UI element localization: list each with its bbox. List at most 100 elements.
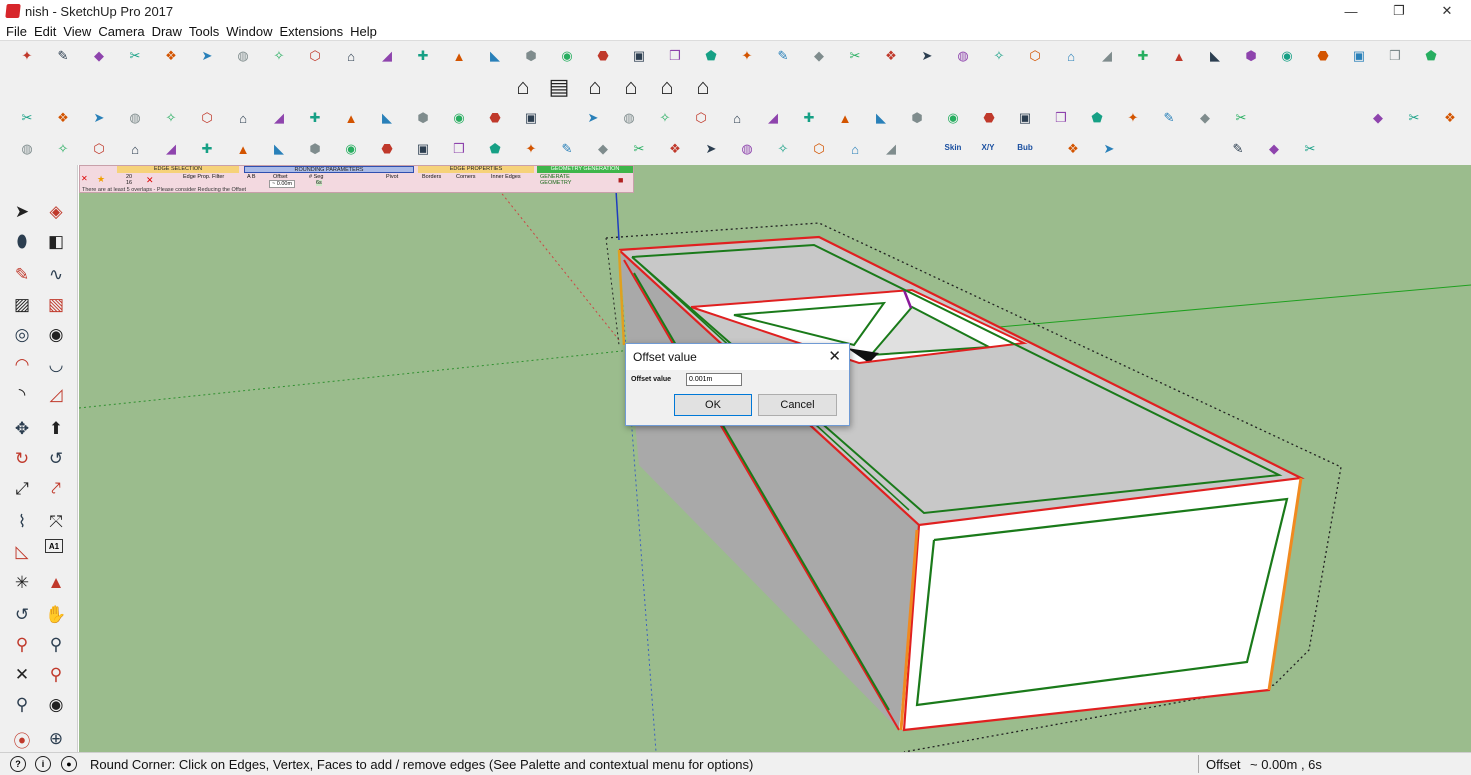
palette-tool-icon[interactable]: ✎ [8, 261, 36, 289]
row1-tool-icon[interactable]: ▣ [1346, 43, 1372, 69]
vcb-value[interactable]: ~ 0.00m , 6s [1250, 757, 1322, 772]
palette-tool-icon[interactable]: ◠ [8, 351, 36, 379]
palette-tool-icon[interactable]: ◝ [8, 381, 36, 409]
row1-tool-icon[interactable]: ❒ [662, 43, 688, 69]
palette-tool-icon[interactable]: ⚲ [42, 631, 70, 659]
palette-tool-icon[interactable]: ✋ [42, 601, 70, 629]
row4-tool-icon[interactable]: ◆ [590, 136, 616, 162]
row3-tool-icon[interactable]: ◍ [122, 105, 148, 131]
row4-tool-icon[interactable]: ❒ [446, 136, 472, 162]
row1-tool-icon[interactable]: ➤ [914, 43, 940, 69]
row3-tool-icon[interactable]: ⬣ [976, 105, 1002, 131]
row3-tool-icon[interactable]: ◉ [446, 105, 472, 131]
rc-inner-edges-label[interactable]: Inner Edges [491, 174, 521, 180]
row4-tool-icon[interactable]: ✂ [626, 136, 652, 162]
palette-tool-icon[interactable]: ⤤ [42, 475, 70, 503]
row1-tool-icon[interactable]: ⌂ [1058, 43, 1084, 69]
menu-tools[interactable]: Tools [189, 24, 219, 39]
row1-tool-icon[interactable]: ◉ [1274, 43, 1300, 69]
palette-tool-icon[interactable]: ▧ [42, 291, 70, 319]
row1-tool-icon[interactable]: ◍ [230, 43, 256, 69]
row1-tool-icon[interactable]: ◣ [482, 43, 508, 69]
offset-value-input[interactable] [686, 373, 742, 386]
row1-tool-icon[interactable]: ⬢ [518, 43, 544, 69]
row1-tool-icon[interactable]: ✂ [122, 43, 148, 69]
row1-tool-icon[interactable]: ◆ [806, 43, 832, 69]
row3-tool-icon[interactable]: ❒ [1048, 105, 1074, 131]
row1-tool-icon[interactable]: ✦ [734, 43, 760, 69]
rc-clear-icon[interactable]: ✕ [146, 175, 154, 186]
text-tool-button[interactable]: A1 [45, 539, 63, 553]
rc-cancel-icon[interactable]: ✕ [81, 174, 88, 183]
row3-tool-icon[interactable]: ➤ [580, 105, 606, 131]
rc-star-icon[interactable]: ★ [97, 174, 105, 185]
row3-tool-icon[interactable]: ⌂ [230, 105, 256, 131]
row4-tool-icon[interactable]: ✧ [50, 136, 76, 162]
rc-seg-value[interactable]: 6s [316, 180, 322, 186]
row3-tool-icon[interactable]: ◆ [1192, 105, 1218, 131]
row3-tool-icon[interactable]: ⬢ [904, 105, 930, 131]
row4-tool-icon[interactable]: ✂ [1297, 136, 1323, 162]
palette-tool-icon[interactable]: ✳ [8, 569, 36, 597]
palette-tool-icon[interactable]: ▲ [42, 569, 70, 597]
row1-tool-icon[interactable]: ⬡ [302, 43, 328, 69]
menu-window[interactable]: Window [226, 24, 272, 39]
palette-tool-icon[interactable]: ⚲ [8, 691, 36, 719]
user-icon[interactable]: ● [61, 756, 77, 772]
row4-tool-icon[interactable]: ▲ [230, 136, 256, 162]
row4-tool-icon[interactable]: ◢ [158, 136, 184, 162]
row3-tool-icon[interactable]: ◣ [374, 105, 400, 131]
rc-edge-prop-filter[interactable]: Edge Prop. Filter [183, 174, 224, 180]
palette-tool-icon[interactable]: ◺ [8, 538, 36, 566]
row1-tool-icon[interactable]: ◣ [1202, 43, 1228, 69]
row1-tool-icon[interactable]: ▲ [1166, 43, 1192, 69]
ok-button[interactable]: OK [674, 394, 752, 416]
palette-tool-icon[interactable]: ↻ [8, 445, 36, 473]
palette-tool-icon[interactable]: ◡ [42, 351, 70, 379]
row3-tool-icon[interactable]: ✧ [158, 105, 184, 131]
view-house-icon[interactable]: ⌂ [510, 74, 536, 100]
palette-tool-icon[interactable]: ⚲ [42, 661, 70, 689]
row3-tool-icon[interactable]: ◆ [1365, 105, 1391, 131]
dialog-close-icon[interactable]: ✕ [828, 347, 841, 365]
row1-tool-icon[interactable]: ◢ [1094, 43, 1120, 69]
row1-tool-icon[interactable]: ⬡ [1022, 43, 1048, 69]
menu-edit[interactable]: Edit [34, 24, 56, 39]
row3-tool-icon[interactable]: ✚ [302, 105, 328, 131]
geolocation-icon[interactable]: ? [10, 756, 26, 772]
row1-tool-icon[interactable]: ◉ [554, 43, 580, 69]
rc-exit-icon[interactable]: ■ [618, 175, 623, 185]
menu-extensions[interactable]: Extensions [280, 24, 344, 39]
row1-tool-icon[interactable]: ✎ [770, 43, 796, 69]
palette-tool-icon[interactable]: ✥ [8, 415, 36, 443]
palette-tool-icon[interactable]: ∿ [42, 261, 70, 289]
close-window-button[interactable]: ✕ [1423, 0, 1471, 22]
palette-tool-icon[interactable]: ⊕ [42, 725, 70, 753]
row3-tool-icon[interactable]: ❖ [50, 105, 76, 131]
row1-tool-icon[interactable]: ⬟ [1418, 43, 1444, 69]
row4-tool-icon[interactable]: ⬟ [482, 136, 508, 162]
row3-tool-icon[interactable]: ✧ [652, 105, 678, 131]
row1-tool-icon[interactable]: ➤ [194, 43, 220, 69]
row1-tool-icon[interactable]: ⬢ [1238, 43, 1264, 69]
row1-tool-icon[interactable]: ⌂ [338, 43, 364, 69]
row3-tool-icon[interactable]: ⌂ [724, 105, 750, 131]
row1-tool-icon[interactable]: ▲ [446, 43, 472, 69]
row1-tool-icon[interactable]: ◢ [374, 43, 400, 69]
menu-camera[interactable]: Camera [98, 24, 144, 39]
row3-tool-icon[interactable]: ▣ [518, 105, 544, 131]
view-house-icon[interactable]: ⌂ [582, 74, 608, 100]
minimize-button[interactable]: — [1327, 0, 1375, 22]
palette-tool-icon[interactable]: ⦿ [8, 725, 36, 753]
palette-tool-icon[interactable]: ⌇ [8, 508, 36, 536]
view-house-icon[interactable]: ▤ [546, 74, 572, 100]
view-house-icon[interactable]: ⌂ [654, 74, 680, 100]
rc-offset-value[interactable]: ~ 0.00m [269, 180, 296, 188]
rc-geometry-label[interactable]: GEOMETRY [540, 180, 571, 186]
restore-button[interactable]: ❐ [1375, 0, 1423, 22]
palette-tool-icon[interactable]: ⚲ [8, 631, 36, 659]
view-house-icon[interactable]: ⌂ [690, 74, 716, 100]
row1-tool-icon[interactable]: ✂ [842, 43, 868, 69]
row4-tool-icon[interactable]: ⬢ [302, 136, 328, 162]
row1-tool-icon[interactable]: ◆ [86, 43, 112, 69]
